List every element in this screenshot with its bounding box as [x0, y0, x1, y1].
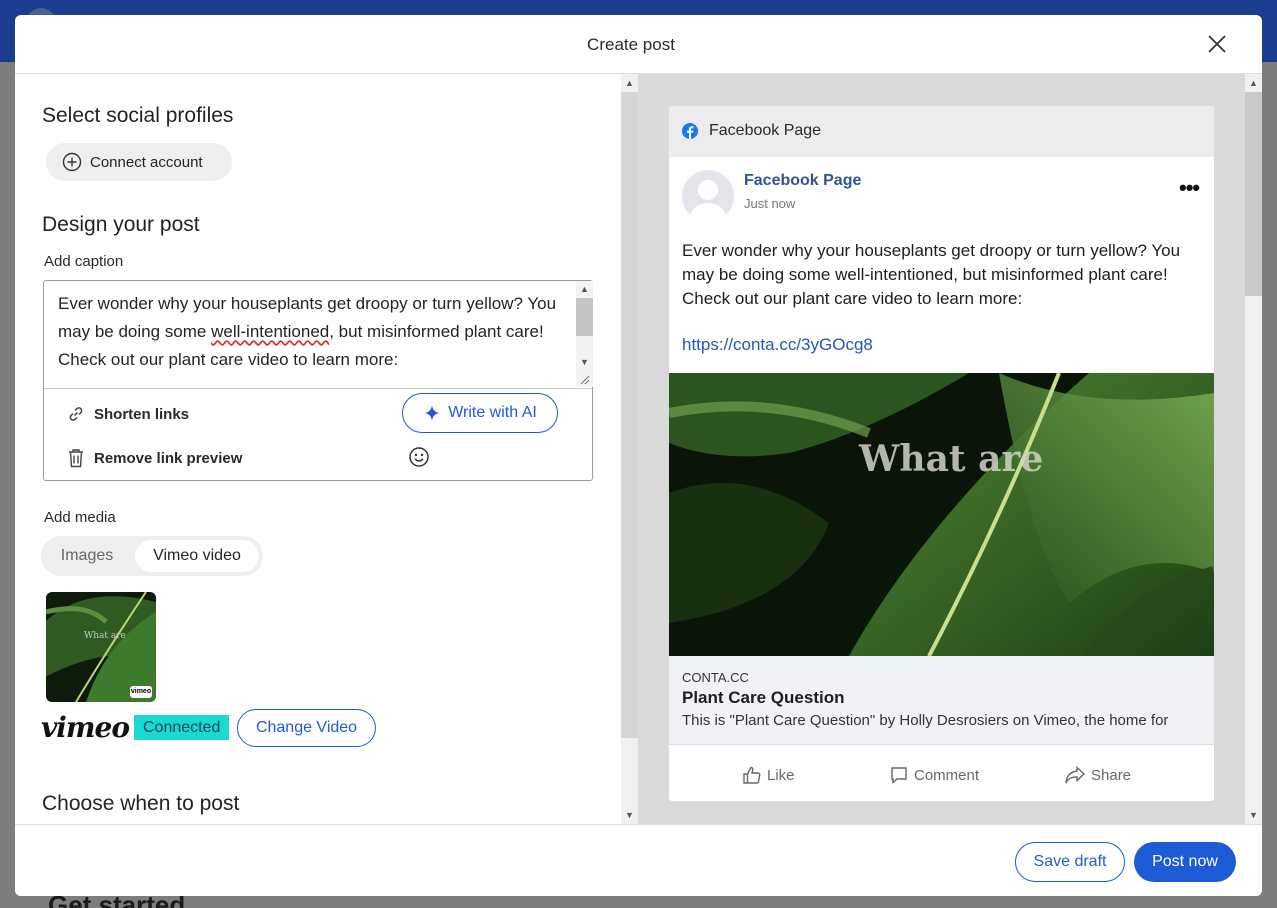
caption-scrollbar[interactable]: ▲ ▼: [576, 281, 593, 387]
like-button[interactable]: Like: [742, 765, 795, 785]
modal-title: Create post: [587, 35, 675, 54]
vimeo-badge: vimeo: [130, 686, 152, 698]
page-name[interactable]: Facebook Page: [744, 172, 861, 190]
facebook-icon: [682, 123, 698, 139]
caption-label: Add caption: [44, 253, 124, 270]
connect-account-label: Connect account: [90, 153, 203, 171]
modal-header: Create post: [15, 15, 1262, 74]
link-description: This is "Plant Care Question" by Holly D…: [682, 712, 1169, 729]
more-options-icon[interactable]: •••: [1179, 175, 1200, 201]
scroll-down-icon[interactable]: ▼: [580, 357, 589, 367]
schedule-heading: Choose when to post: [42, 792, 240, 815]
caption-misspelled-word: well-intentioned: [211, 322, 330, 341]
vimeo-logo: vimeo: [41, 711, 130, 744]
post-image[interactable]: What are: [669, 373, 1214, 656]
write-with-ai-label: Write with AI: [448, 404, 537, 421]
sparkle-icon: [424, 405, 441, 421]
close-icon[interactable]: [1205, 32, 1229, 56]
thumbnail-overlay-text: What are: [84, 631, 126, 641]
save-draft-button[interactable]: Save draft: [1015, 842, 1125, 882]
preview-header: Facebook Page: [669, 106, 1214, 157]
share-label: Share: [1091, 766, 1132, 784]
share-button[interactable]: Share: [1064, 765, 1131, 785]
link-preview-meta[interactable]: CONTA.CC Plant Care Question This is "Pl…: [669, 656, 1214, 744]
comment-icon: [891, 767, 907, 785]
scroll-down-icon[interactable]: ▼: [1249, 810, 1258, 820]
tab-vimeo-video[interactable]: Vimeo video: [135, 540, 259, 572]
link-icon: [69, 407, 83, 421]
smiley-icon[interactable]: [407, 445, 431, 469]
video-thumbnail[interactable]: What are vimeo: [46, 592, 156, 702]
remove-link-preview-label: Remove link preview: [94, 449, 243, 467]
preview-pane: Facebook Page Facebook Page Just now •••…: [638, 74, 1245, 824]
tab-images[interactable]: Images: [45, 540, 129, 572]
scroll-down-icon[interactable]: ▼: [625, 810, 634, 820]
post-link[interactable]: https://conta.cc/3yGOcg8: [682, 335, 873, 355]
image-overlay-text: What are: [858, 438, 1043, 480]
comment-button[interactable]: Comment: [889, 765, 979, 785]
change-video-button[interactable]: Change Video: [237, 709, 376, 747]
modal-footer: Save draft Post now: [15, 824, 1262, 896]
caption-editor: Ever wonder why your houseplants get dro…: [43, 280, 593, 481]
connected-badge: Connected: [134, 715, 230, 740]
facebook-post-preview: Facebook Page Facebook Page Just now •••…: [669, 106, 1214, 801]
media-type-toggle: Images Vimeo video: [41, 536, 263, 576]
connect-account-button[interactable]: Connect account: [46, 143, 232, 181]
like-icon: [743, 766, 761, 784]
scroll-up-icon[interactable]: ▲: [1249, 78, 1258, 88]
design-heading: Design your post: [42, 213, 200, 236]
caption-scroll-thumb[interactable]: [576, 298, 593, 336]
preview-scrollbar[interactable]: ▲ ▼: [1245, 74, 1262, 824]
editor-scrollbar[interactable]: ▲ ▼: [621, 74, 638, 824]
caption-divider: [44, 388, 592, 389]
comment-label: Comment: [914, 766, 980, 784]
post-actions: Like Comment Share: [669, 744, 1214, 801]
scroll-up-icon[interactable]: ▲: [580, 284, 589, 294]
caption-textarea[interactable]: Ever wonder why your houseplants get dro…: [58, 290, 568, 374]
like-label: Like: [767, 766, 795, 784]
editor-pane: Select social profiles Connect account D…: [15, 74, 621, 824]
plus-circle-icon: [62, 152, 82, 172]
post-now-button[interactable]: Post now: [1134, 842, 1236, 882]
avatar: [682, 170, 734, 222]
remove-link-preview-button[interactable]: Remove link preview: [67, 448, 242, 468]
shorten-links-button[interactable]: Shorten links: [67, 405, 189, 423]
resize-grip-icon[interactable]: [578, 373, 590, 385]
preview-scroll-thumb[interactable]: [1245, 92, 1262, 296]
share-icon: [1065, 765, 1086, 784]
scroll-up-icon[interactable]: ▲: [625, 78, 634, 88]
editor-scroll-thumb[interactable]: [621, 92, 638, 738]
post-text: Ever wonder why your houseplants get dro…: [682, 241, 1181, 308]
link-domain: CONTA.CC: [682, 670, 749, 685]
profiles-heading: Select social profiles: [42, 104, 234, 127]
write-with-ai-button[interactable]: Write with AI: [402, 393, 558, 433]
post-timestamp: Just now: [744, 196, 796, 211]
preview-header-label: Facebook Page: [709, 122, 822, 139]
shorten-links-label: Shorten links: [94, 405, 190, 423]
trash-icon: [69, 449, 83, 468]
link-title: Plant Care Question: [682, 688, 845, 707]
media-label: Add media: [44, 509, 116, 526]
create-post-modal: Create post Select social profiles Conne…: [15, 15, 1262, 896]
